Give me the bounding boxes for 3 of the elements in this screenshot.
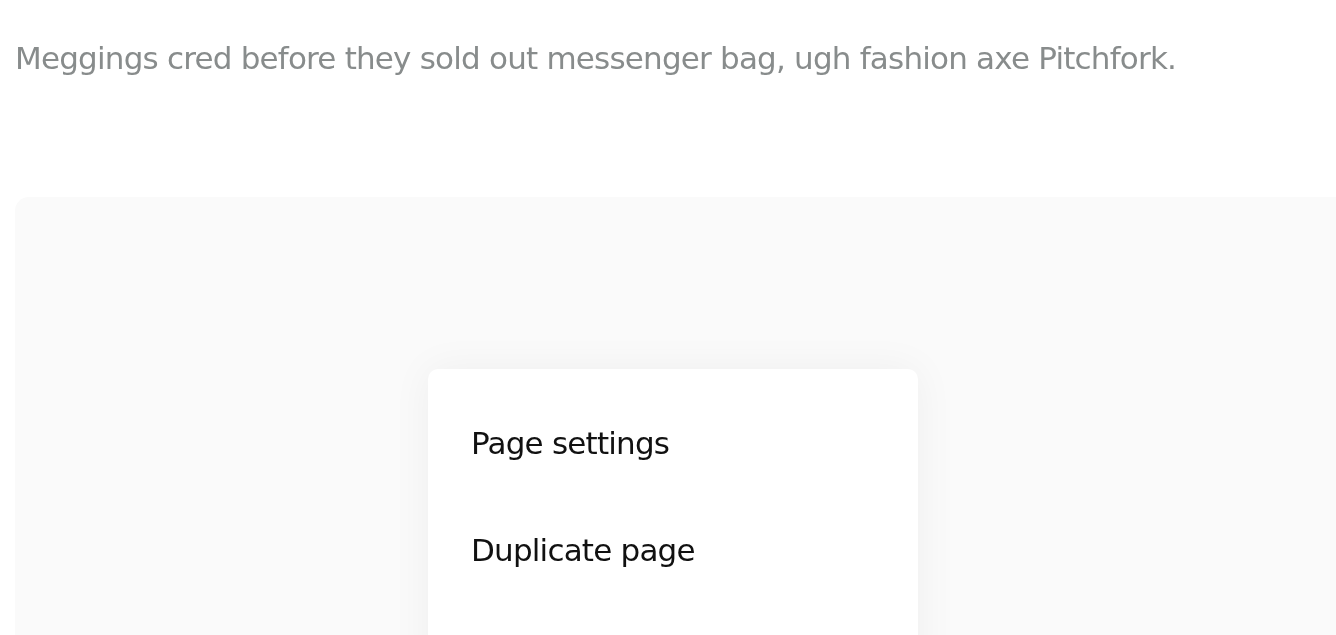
menu-item[interactable]: Page settings bbox=[428, 419, 918, 526]
menu-item[interactable]: Duplicate page bbox=[428, 526, 918, 633]
subtitle-text: Meggings cred before they sold out messenger bag, ugh fashion axe Pitchfork. bbox=[15, 39, 1178, 78]
